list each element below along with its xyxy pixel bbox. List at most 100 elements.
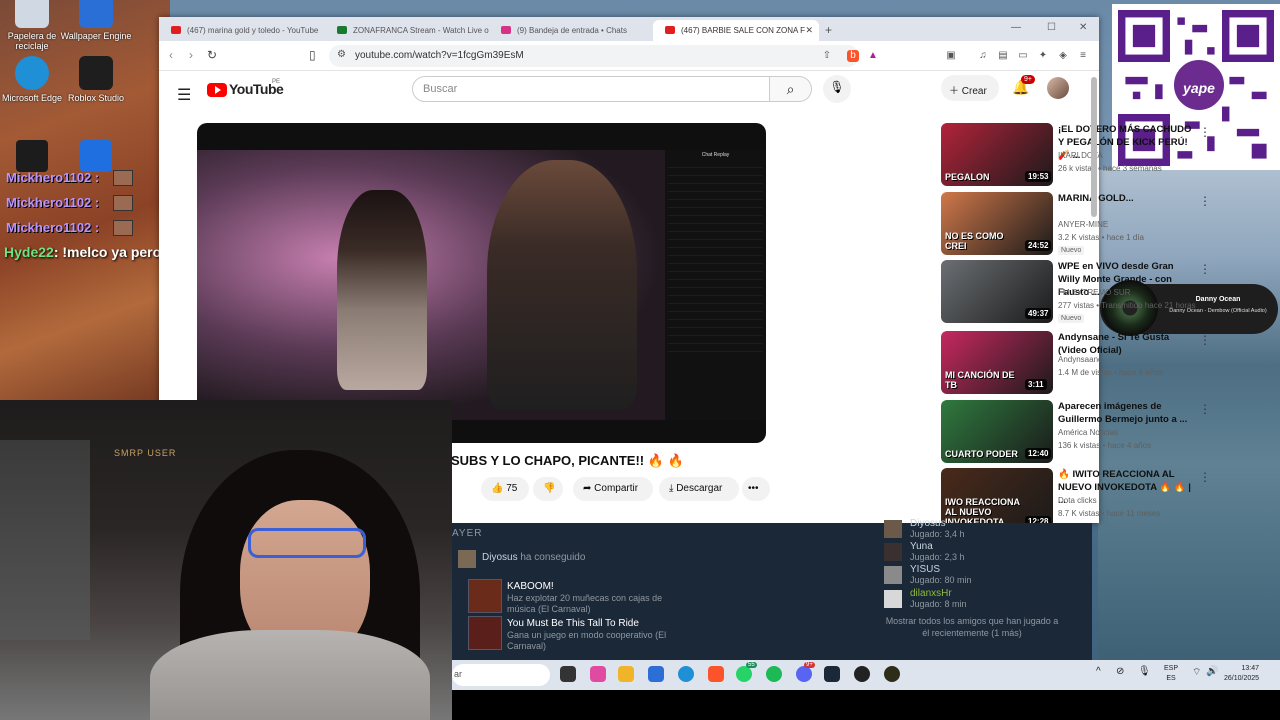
whatsapp-icon[interactable] <box>736 666 752 682</box>
recommendation-card[interactable]: MI CANCIÓN DE TB 3:11 Andynsane - Si Te Gu… <box>941 331 1241 397</box>
voice-search-button[interactable]: 🎙 <box>823 75 851 103</box>
brave-rewards-icon[interactable]: ▲ <box>867 50 879 62</box>
back-icon[interactable]: ‹ <box>169 48 173 62</box>
brave-shield-icon[interactable]: b <box>847 50 859 62</box>
steam-taskbar-icon[interactable] <box>824 666 840 682</box>
recommendation-thumbnail[interactable]: CUARTO PODER 12:40 <box>941 400 1053 463</box>
wallet-icon[interactable]: ▭ <box>1017 50 1029 62</box>
overlay-chat-user: Hyde22 <box>4 244 54 260</box>
volume-icon[interactable]: 🔊 <box>1206 666 1218 677</box>
game-app-icon[interactable] <box>884 666 900 682</box>
steam-user-name[interactable]: Diyosus <box>482 552 518 563</box>
obs-icon[interactable] <box>854 666 870 682</box>
recommendation-title[interactable]: Aparecen imágenes de Guillermo Bermejo j… <box>1058 400 1198 426</box>
steam-friend[interactable]: dilanxsHr Jugado: 8 min <box>884 588 1064 609</box>
more-options-icon[interactable]: ⋮ <box>1199 333 1211 347</box>
steam-user-avatar[interactable] <box>458 550 476 568</box>
url-field[interactable]: ⚙ youtube.com/watch?v=1fcgGm39EsM <box>329 45 859 67</box>
tray-chevron-icon[interactable]: ^ <box>1096 666 1101 677</box>
steam-friend[interactable]: Diyosus Jugado: 3,4 h <box>884 518 1064 539</box>
more-actions-button[interactable]: ••• <box>742 477 770 501</box>
browser-menu-icon[interactable]: ≡ <box>1077 50 1089 62</box>
hamburger-menu-icon[interactable]: ☰ <box>177 85 191 105</box>
language-indicator[interactable]: ESP ES <box>1164 664 1178 684</box>
desktop-icon-label: Microsoft Edge <box>1 93 63 103</box>
recommendation-card[interactable]: CUARTO PODER 12:40 Aparecen imágenes de Gu… <box>941 400 1241 466</box>
recommendation-thumbnail[interactable]: NO ES COMO CREI 24:52 <box>941 192 1053 255</box>
edge-taskbar-icon[interactable] <box>678 666 694 682</box>
browser-tab-active[interactable]: (467) BARBIE SALE CON ZONA F ✕ <box>653 20 819 41</box>
reload-icon[interactable]: ↻ <box>207 48 217 62</box>
maximize-icon[interactable]: ☐ <box>1047 22 1056 33</box>
steam-friend[interactable]: Yuna Jugado: 2,3 h <box>884 541 1064 562</box>
minimize-icon[interactable]: — <box>1011 22 1021 33</box>
video-player[interactable]: Chat Replay <box>197 123 766 443</box>
more-options-icon[interactable]: ⋮ <box>1199 470 1211 484</box>
download-label: Descargar <box>676 483 723 494</box>
forward-icon[interactable]: › <box>189 48 193 62</box>
recommendation-title[interactable]: Andynsane - Si Te Gusta (Video Oficial) <box>1058 331 1198 357</box>
recommendation-channel[interactable]: Andynsaane <box>1058 355 1102 364</box>
steam-achievement[interactable]: KABOOM! Haz explotar 20 muñecas con caja… <box>468 579 668 614</box>
steam-achievement[interactable]: You Must Be This Tall To Ride Gana un ju… <box>468 616 668 651</box>
friend-status: Jugado: 2,3 h <box>910 552 965 562</box>
reader-icon[interactable]: ▣ <box>945 50 957 62</box>
roblox-player-icon[interactable] <box>80 140 112 172</box>
steam-friend[interactable]: YISUS Jugado: 80 min <box>884 564 1064 585</box>
network-off-icon[interactable]: ⊘ <box>1116 666 1124 677</box>
desktop-icon-roblox-studio[interactable]: Roblox Studio <box>58 56 134 103</box>
brave-taskbar-icon[interactable] <box>708 666 724 682</box>
taskbar: ar 55 9+ ^ ⊘ 🎙 ESP ES ⌔ 🔊 13:47 26/10/20… <box>452 660 1280 690</box>
new-tab-button[interactable]: + <box>825 23 832 37</box>
recommendation-thumbnail[interactable]: MI CANCIÓN DE TB 3:11 <box>941 331 1053 394</box>
close-window-icon[interactable]: ✕ <box>1079 22 1087 33</box>
youtube-logo-icon[interactable] <box>207 83 227 97</box>
page-scrollbar[interactable] <box>1091 77 1097 217</box>
taskbar-search[interactable]: ar <box>452 664 550 686</box>
share-icon[interactable]: ⇧ <box>821 50 833 62</box>
bookmark-icon[interactable]: ▯ <box>309 48 316 62</box>
browser-tab[interactable]: ZONAFRANCA Stream - Watch Live o <box>325 20 489 41</box>
search-button[interactable]: ⌕ <box>770 76 812 102</box>
account-avatar[interactable] <box>1047 77 1069 99</box>
recommendation-title[interactable]: MARINA GOLD... <box>1058 192 1198 205</box>
more-options-icon[interactable]: ⋮ <box>1199 262 1211 276</box>
file-explorer-icon[interactable] <box>618 666 634 682</box>
browser-tab[interactable]: (467) marina gold y toledo - YouTube <box>159 20 325 41</box>
clock[interactable]: 13:47 26/10/2025 <box>1224 664 1259 684</box>
like-button[interactable]: 👍 75 <box>481 477 529 501</box>
microsoft-store-icon[interactable] <box>648 666 664 682</box>
sidebar-icon[interactable]: ▤ <box>997 50 1009 62</box>
recommendation-thumbnail[interactable]: PEGALON 19:53 <box>941 123 1053 186</box>
recommendation-channel[interactable]: ANYER-MINE <box>1058 220 1108 229</box>
media-icon[interactable]: ♫ <box>977 50 989 62</box>
close-tab-icon[interactable]: ✕ <box>805 25 813 36</box>
video-frame[interactable] <box>197 150 665 420</box>
wifi-icon[interactable]: ⌔ <box>1192 666 1201 679</box>
create-button[interactable]: ＋ Crear <box>941 75 999 101</box>
recommendation-channel[interactable]: FM EXTREMO SUR <box>1058 288 1130 297</box>
task-view-icon[interactable] <box>560 666 576 682</box>
copilot-icon[interactable] <box>590 666 606 682</box>
site-info-icon[interactable]: ⚙ <box>337 49 346 60</box>
more-options-icon[interactable]: ⋮ <box>1199 402 1211 416</box>
share-button[interactable]: ➦ Compartir <box>573 477 653 501</box>
dislike-button[interactable]: 👎 <box>533 477 563 501</box>
browser-tab[interactable]: (9) Bandeja de entrada • Chats <box>489 20 653 41</box>
show-all-friends-link[interactable]: Mostrar todos los amigos que han jugado … <box>884 615 1060 639</box>
recommendation-channel[interactable]: Dota clicks <box>1058 496 1097 505</box>
recommendation-card[interactable]: 49:37 WPE en VIVO desde Gran Willy Monte … <box>941 260 1241 326</box>
microphone-tray-icon[interactable]: 🎙 <box>1138 666 1151 677</box>
discord-icon[interactable] <box>796 666 812 682</box>
search-input[interactable]: Buscar <box>412 76 770 102</box>
vpn-icon[interactable]: ◈ <box>1057 50 1069 62</box>
desktop-icon-wallpaper-engine[interactable]: Wallpaper Engine <box>58 0 134 41</box>
download-button[interactable]: ⤓ Descargar <box>659 477 739 501</box>
leo-icon[interactable]: ✦ <box>1037 50 1049 62</box>
more-options-icon[interactable]: ⋮ <box>1199 125 1211 139</box>
nvidia-icon[interactable] <box>16 140 48 172</box>
more-options-icon[interactable]: ⋮ <box>1199 194 1211 208</box>
spotify-icon[interactable] <box>766 666 782 682</box>
recommendation-thumbnail[interactable]: 49:37 <box>941 260 1053 323</box>
recommendation-channel[interactable]: América Noticias <box>1058 428 1118 437</box>
